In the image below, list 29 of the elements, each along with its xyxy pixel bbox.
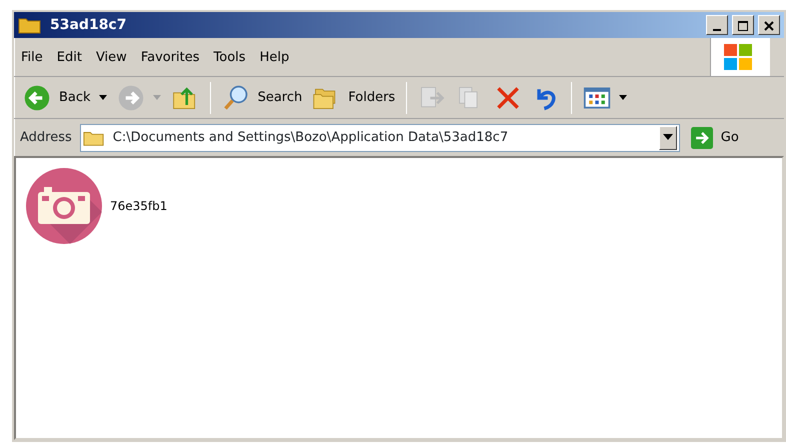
back-button[interactable]: Back bbox=[20, 82, 110, 114]
menu-item[interactable]: Tools bbox=[206, 48, 253, 68]
close-icon bbox=[763, 20, 775, 32]
file-name: 76e35fb1 bbox=[110, 198, 168, 216]
close-button[interactable] bbox=[758, 15, 780, 36]
menu-item[interactable]: Edit bbox=[50, 48, 89, 68]
camera-icon[interactable] bbox=[26, 168, 102, 244]
minimize-icon bbox=[713, 29, 721, 32]
menu-item[interactable]: Favorites bbox=[134, 48, 207, 68]
search-icon bbox=[222, 84, 250, 112]
folder-icon bbox=[18, 16, 42, 34]
caret-icon bbox=[98, 95, 107, 100]
menu-item[interactable]: File bbox=[14, 48, 50, 68]
address-label: Address bbox=[20, 128, 72, 147]
menu-item[interactable]: View bbox=[88, 48, 134, 68]
address-field[interactable]: C:\Documents and Settings\Bozo\Application Data\53ad18c7 bbox=[80, 124, 680, 152]
minimize-button[interactable] bbox=[706, 15, 728, 36]
caret-icon bbox=[662, 134, 673, 140]
menu-item[interactable]: Help bbox=[252, 48, 296, 68]
go-button[interactable]: Go bbox=[688, 124, 742, 151]
caret-icon bbox=[152, 95, 161, 100]
window-title: 53ad18c7 bbox=[50, 16, 126, 35]
maximize-button[interactable] bbox=[732, 15, 754, 36]
search-button[interactable]: Search bbox=[218, 82, 306, 114]
caret-icon bbox=[619, 95, 628, 100]
folders-button[interactable]: Folders bbox=[309, 82, 398, 114]
dropdown-button[interactable] bbox=[658, 126, 677, 150]
maximize-icon bbox=[737, 20, 749, 32]
windows-logo-icon bbox=[723, 43, 753, 72]
